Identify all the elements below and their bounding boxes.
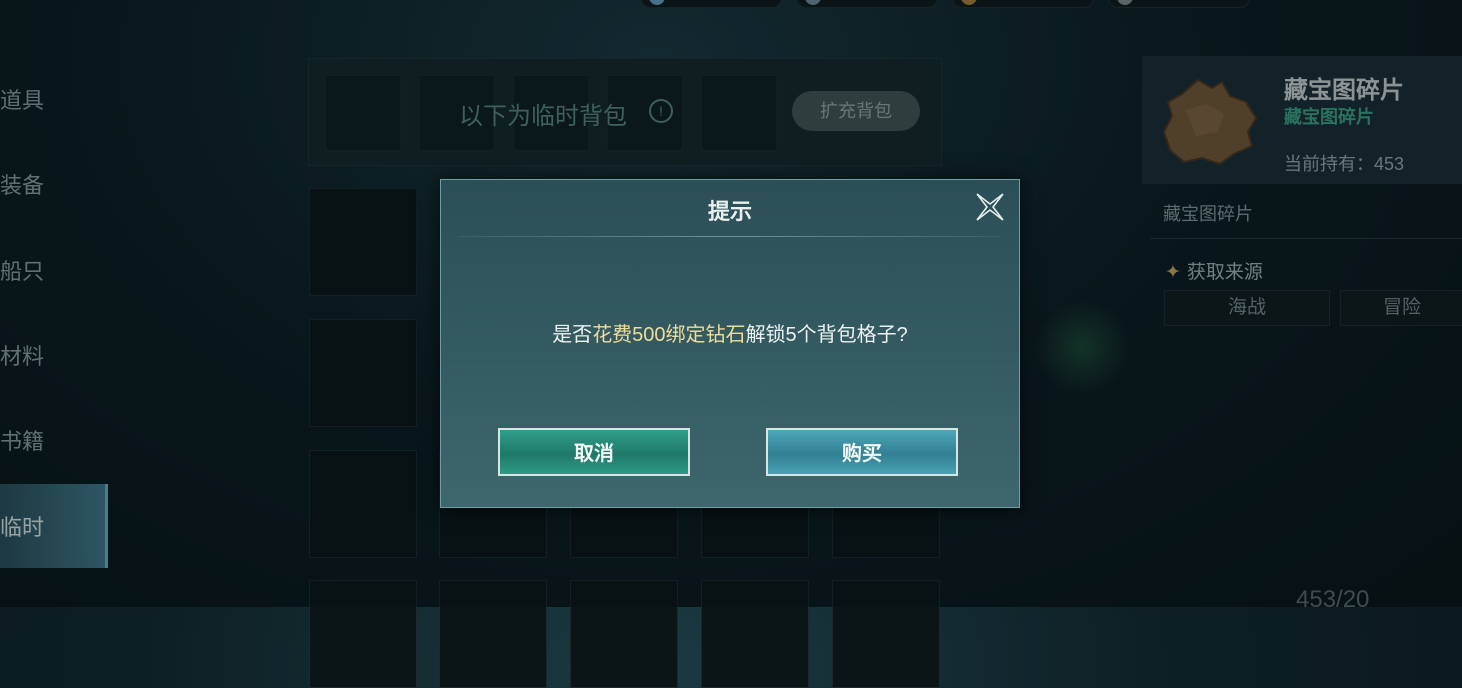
item-count: 453/20 (1296, 586, 1370, 613)
gold-coin-icon (961, 0, 977, 5)
nav-item-equipment[interactable]: 装备 (0, 142, 105, 226)
source-button-adventure[interactable]: 冒险 (1340, 290, 1462, 326)
info-icon[interactable]: ! (649, 99, 673, 123)
nav-item-temporary[interactable]: 临时 (0, 484, 108, 568)
diamond-currency[interactable] (640, 0, 782, 8)
bag-slot[interactable] (309, 188, 417, 296)
bag-slot[interactable] (570, 580, 678, 688)
diamond-icon (649, 0, 665, 5)
bound-diamond-icon (805, 0, 821, 5)
cost-highlight: 花费500绑定钻石 (592, 324, 746, 346)
divider (459, 236, 1001, 237)
cancel-button[interactable]: 取消 (498, 428, 690, 476)
nav-item-materials[interactable]: 材料 (0, 313, 105, 397)
item-detail-header: 藏宝图碎片 藏宝图碎片 当前持有：453 (1142, 56, 1462, 184)
dialog-title: 提示 (707, 199, 752, 224)
confirm-dialog: 提示 是否花费500绑定钻石解锁5个背包格子? 取消 购买 (440, 179, 1020, 508)
item-description: 藏宝图碎片 (1163, 204, 1253, 224)
temp-bag-title: 以下为临时背包 (459, 103, 627, 130)
silver-currency[interactable] (1108, 0, 1250, 8)
source-title: ✦ 获取来源 (1165, 262, 1263, 283)
currency-bar (640, 0, 1250, 8)
glow-effect (1035, 300, 1130, 395)
item-name: 藏宝图碎片 (1284, 77, 1404, 104)
bag-slot[interactable] (832, 580, 940, 688)
expand-bag-button[interactable]: 扩充背包 (792, 91, 920, 131)
bag-slot[interactable] (309, 450, 417, 558)
treasure-map-fragment-icon (1162, 78, 1258, 166)
bag-slot[interactable] (309, 580, 417, 688)
header-slot (325, 75, 401, 151)
source-button-sea-battle[interactable]: 海战 (1164, 290, 1330, 326)
divider (1150, 238, 1462, 239)
dialog-message: 是否花费500绑定钻石解锁5个背包格子? (552, 324, 908, 346)
bag-slot[interactable] (701, 580, 809, 688)
gold-currency[interactable] (952, 0, 1094, 8)
buy-button[interactable]: 购买 (766, 428, 958, 476)
item-hold-count: 当前持有：453 (1284, 154, 1405, 174)
bag-slot[interactable] (439, 580, 547, 688)
item-subtitle: 藏宝图碎片 (1284, 107, 1374, 127)
nav-item-books[interactable]: 书籍 (0, 398, 105, 482)
bag-slot[interactable] (309, 319, 417, 427)
silver-coin-icon (1117, 0, 1133, 5)
star-icon: ✦ (1165, 262, 1181, 283)
nav-item-props[interactable]: 道具 (0, 57, 105, 141)
close-icon[interactable] (974, 191, 1006, 223)
nav-item-ships[interactable]: 船只 (0, 228, 105, 312)
temp-bag-header: 以下为临时背包 ! 扩充背包 (308, 58, 942, 166)
bound-diamond-currency[interactable] (796, 0, 938, 8)
header-slot (701, 75, 777, 151)
